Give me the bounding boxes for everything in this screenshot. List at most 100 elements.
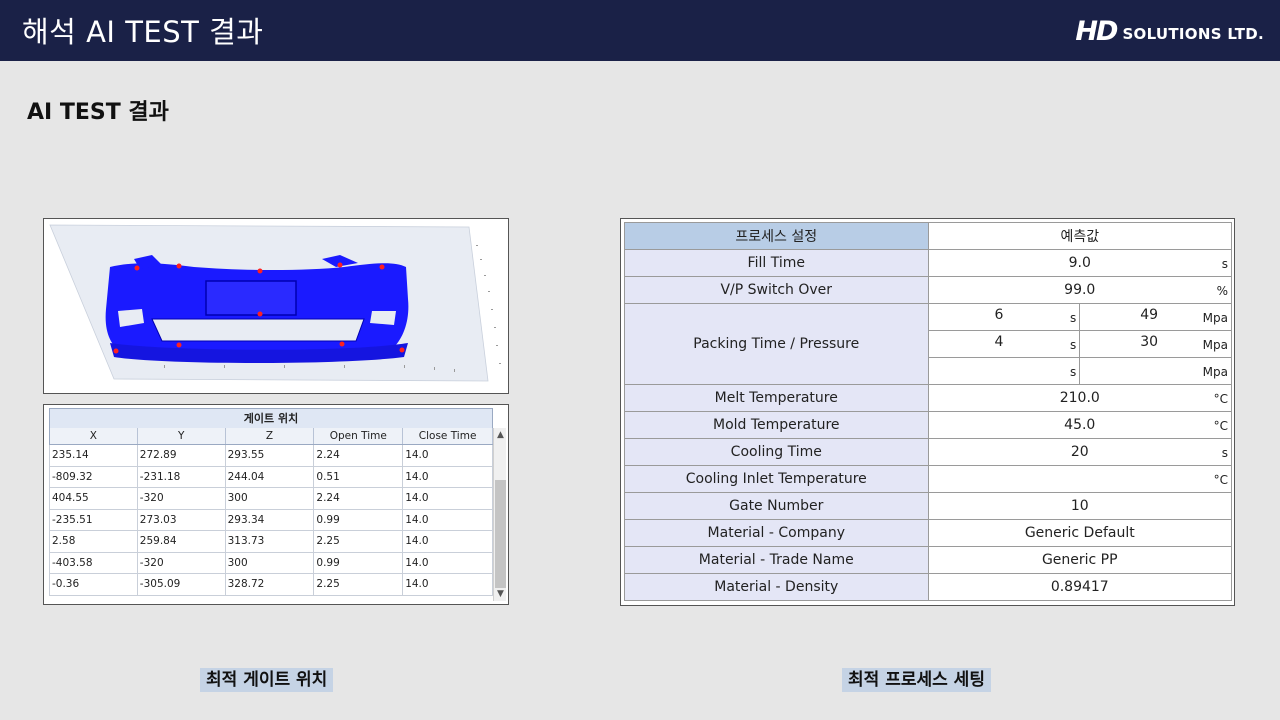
cell-y: -320 [138, 552, 226, 573]
process-row-melt-temp: Melt Temperature 210.0 °C [624, 384, 1233, 412]
cell-y: 272.89 [138, 445, 226, 466]
process-row-packing-1: Packing Time / Pressure 6 s 49 Mpa [624, 303, 1232, 385]
caption-optimal-process: 최적 프로세스 세팅 [842, 668, 991, 692]
fill-time-value: 9.0 [1068, 255, 1091, 271]
cell-open-time: 0.99 [314, 509, 404, 530]
cell-x: -809.32 [50, 466, 138, 487]
caption-optimal-gate: 최적 게이트 위치 [200, 668, 334, 692]
fill-time-label: Fill Time [624, 249, 929, 277]
packing-time-cell: 6 s [927, 303, 1081, 331]
table-row[interactable]: 235.14 272.89 293.55 2.24 14.0 [49, 445, 493, 467]
material-company-label: Material - Company [624, 519, 929, 547]
process-row-material-trade: Material - Trade Name Generic PP [624, 546, 1233, 574]
cooling-inlet-value-cell: °C [927, 465, 1233, 493]
process-header-label: 프로세스 설정 [624, 222, 929, 250]
table-row[interactable]: 404.55 -320 300 2.24 14.0 [49, 488, 493, 510]
melt-temp-value-cell: 210.0 °C [927, 384, 1233, 412]
melt-temp-value: 210.0 [1059, 390, 1100, 406]
cell-x: -0.36 [50, 574, 138, 595]
logo-text: SOLUTIONS LTD. [1122, 25, 1264, 43]
material-trade-label: Material - Trade Name [624, 546, 929, 574]
vp-switch-label: V/P Switch Over [624, 276, 929, 304]
table-row[interactable]: -0.36 -305.09 328.72 2.25 14.0 [49, 574, 493, 596]
header-title: 해석 AI TEST 결과 [22, 15, 264, 49]
cell-z: 328.72 [226, 574, 315, 595]
fill-time-value-cell: 9.0 s [927, 249, 1233, 277]
cooling-time-label: Cooling Time [624, 438, 929, 466]
plate-recess [205, 280, 297, 316]
process-row-cooling-inlet: Cooling Inlet Temperature °C [624, 465, 1233, 493]
packing-pressure-cell: Mpa [1079, 357, 1232, 385]
cell-y: 273.03 [138, 509, 226, 530]
packing-pressure-cell: 49 Mpa [1079, 303, 1232, 331]
process-row-cooling-time: Cooling Time 20 s [624, 438, 1233, 466]
column-header-x[interactable]: X [50, 428, 138, 444]
grille-opening [151, 318, 365, 342]
column-header-z[interactable]: Z [226, 428, 315, 444]
scroll-thumb[interactable] [495, 480, 506, 588]
cell-z: 244.04 [226, 466, 315, 487]
cell-close-time: 14.0 [403, 466, 493, 487]
scroll-up-arrow-icon[interactable]: ▲ [494, 428, 507, 442]
fill-time-unit: s [1221, 257, 1228, 271]
packing-pressure-value: 49 [1140, 307, 1159, 323]
process-header-value: 예측값 [927, 222, 1233, 250]
process-header-row: 프로세스 설정 예측값 [624, 222, 1233, 250]
cell-open-time: 2.25 [314, 531, 404, 552]
process-row-fill-time: Fill Time 9.0 s [624, 249, 1233, 277]
cell-open-time: 2.24 [314, 445, 404, 466]
column-header-y[interactable]: Y [138, 428, 226, 444]
cooling-inlet-label: Cooling Inlet Temperature [624, 465, 929, 493]
cell-close-time: 14.0 [403, 488, 493, 509]
process-row-vp-switch: V/P Switch Over 99.0 % [624, 276, 1233, 304]
packing-pressure-cell: 30 Mpa [1079, 330, 1232, 358]
packing-time-value: 6 [994, 307, 1004, 323]
process-row-mold-temp: Mold Temperature 45.0 °C [624, 411, 1233, 439]
cooling-time-value: 20 [1070, 444, 1089, 460]
mold-temp-value-cell: 45.0 °C [927, 411, 1233, 439]
cell-x: 235.14 [50, 445, 138, 466]
cell-close-time: 14.0 [403, 445, 493, 466]
gate-number-label: Gate Number [624, 492, 929, 520]
packing-pressure-unit: Mpa [1202, 311, 1228, 325]
table-row[interactable]: -235.51 273.03 293.34 0.99 14.0 [49, 509, 493, 531]
table-row[interactable]: 2.58 259.84 313.73 2.25 14.0 [49, 531, 493, 553]
cell-y: 259.84 [138, 531, 226, 552]
packing-time-unit: s [1069, 365, 1077, 379]
column-header-close-time[interactable]: Close Time [403, 428, 493, 444]
packing-time-value: 4 [994, 334, 1004, 350]
gate-table-body: 235.14 272.89 293.55 2.24 14.0 -809.32 -… [49, 445, 493, 596]
cell-x: 2.58 [50, 531, 138, 552]
packing-pressure-unit: Mpa [1202, 365, 1228, 379]
packing-time-unit: s [1069, 311, 1077, 325]
melt-temp-label: Melt Temperature [624, 384, 929, 412]
scroll-down-arrow-icon[interactable]: ▼ [494, 587, 507, 601]
cell-open-time: 2.25 [314, 574, 404, 595]
mold-temp-label: Mold Temperature [624, 411, 929, 439]
process-row-material-company: Material - Company Generic Default [624, 519, 1233, 547]
cell-y: -305.09 [138, 574, 226, 595]
cell-close-time: 14.0 [403, 531, 493, 552]
cell-close-time: 14.0 [403, 552, 493, 573]
table-row[interactable]: -809.32 -231.18 244.04 0.51 14.0 [49, 466, 493, 488]
vp-switch-value: 99.0 [1064, 282, 1096, 298]
bumper-model-image [49, 224, 501, 382]
column-header-open-time[interactable]: Open Time [314, 428, 404, 444]
company-logo: HD SOLUTIONS LTD. [1075, 16, 1264, 47]
cooling-inlet-unit: °C [1213, 473, 1228, 487]
process-row-gate-number: Gate Number 10 [624, 492, 1233, 520]
cell-y: -320 [138, 488, 226, 509]
cell-z: 293.55 [226, 445, 315, 466]
cell-z: 300 [226, 488, 315, 509]
cooling-time-value-cell: 20 s [927, 438, 1233, 466]
gate-table-title: 게이트 위치 [49, 408, 493, 429]
cell-close-time: 14.0 [403, 574, 493, 595]
gate-table-scrollbar[interactable]: ▲ ▼ [493, 428, 506, 601]
cell-x: -403.58 [50, 552, 138, 573]
packing-label: Packing Time / Pressure [624, 303, 929, 385]
table-row[interactable]: -403.58 -320 300 0.99 14.0 [49, 552, 493, 574]
process-settings-table: 프로세스 설정 예측값 Fill Time 9.0 s V/P Switch O… [624, 222, 1233, 601]
cell-open-time: 0.99 [314, 552, 404, 573]
vp-switch-value-cell: 99.0 % [927, 276, 1233, 304]
process-row-material-density: Material - Density 0.89417 [624, 573, 1233, 601]
